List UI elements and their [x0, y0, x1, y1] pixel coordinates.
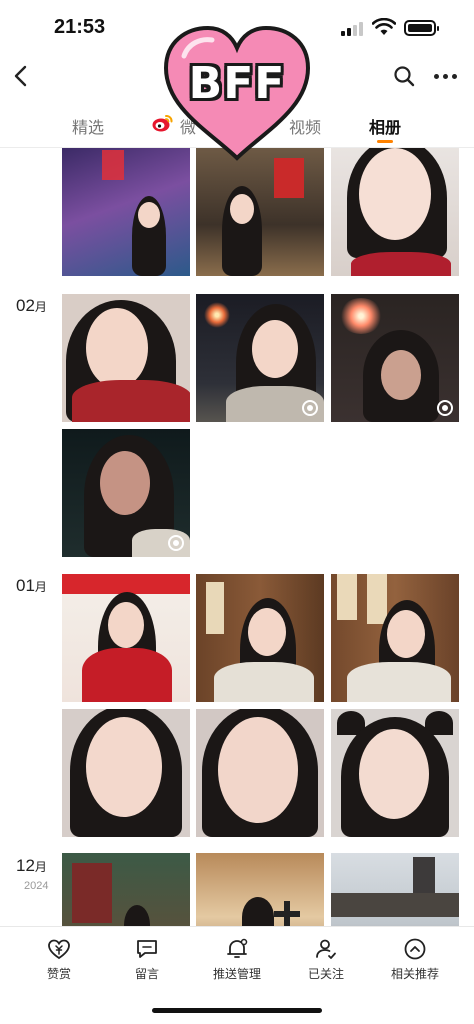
- home-indicator[interactable]: [152, 1008, 322, 1013]
- comment-icon: [137, 940, 157, 958]
- year-label: 2024: [24, 880, 49, 892]
- sticker-text: BFF: [188, 58, 286, 109]
- album-photo[interactable]: [196, 294, 324, 422]
- album-photo[interactable]: [62, 294, 190, 422]
- wifi-icon: [372, 18, 396, 35]
- album-photo[interactable]: [62, 853, 190, 926]
- album-photo[interactable]: [196, 709, 324, 837]
- album-photo[interactable]: [62, 148, 190, 276]
- signal-icon: [341, 22, 365, 36]
- tab-featured[interactable]: 精选: [72, 114, 104, 138]
- tab-active-indicator: [377, 140, 393, 143]
- album-photo[interactable]: [62, 574, 190, 702]
- battery-icon: [404, 20, 439, 36]
- album-photo[interactable]: [196, 148, 324, 276]
- album-photo[interactable]: [62, 709, 190, 837]
- live-photo-icon: [302, 400, 318, 416]
- search-icon[interactable]: [393, 65, 415, 87]
- reward-icon: [48, 939, 70, 960]
- album-photo[interactable]: [62, 429, 190, 557]
- followed-user-icon: [316, 939, 336, 959]
- chevron-up-circle-icon: [404, 938, 426, 960]
- status-time: 21:53: [54, 16, 106, 38]
- related-recommendations-button[interactable]: 相关推荐: [375, 937, 455, 982]
- live-photo-icon: [437, 400, 453, 416]
- bell-settings-icon: [227, 938, 248, 958]
- album-photo[interactable]: [331, 148, 459, 276]
- back-icon[interactable]: [10, 64, 34, 88]
- following-button[interactable]: 已关注: [286, 937, 366, 982]
- album-photo[interactable]: [331, 709, 459, 837]
- month-label: 12月: [16, 856, 47, 875]
- album-photo[interactable]: [331, 574, 459, 702]
- album-gallery[interactable]: 02月 01月 12月 2024: [0, 148, 474, 926]
- reward-button[interactable]: 赞赏: [19, 937, 99, 982]
- album-photo[interactable]: [331, 853, 459, 926]
- tab-album[interactable]: 相册: [369, 114, 401, 138]
- month-label: 02月: [16, 296, 47, 315]
- push-settings-button[interactable]: 推送管理: [197, 937, 277, 982]
- month-label: 01月: [16, 576, 47, 595]
- live-photo-icon: [168, 535, 184, 551]
- album-photo[interactable]: [196, 853, 324, 926]
- album-photo[interactable]: [196, 574, 324, 702]
- bff-heart-sticker: BFF: [158, 22, 316, 162]
- more-icon[interactable]: [434, 74, 458, 80]
- comment-button[interactable]: 留言: [107, 937, 187, 982]
- album-photo[interactable]: [331, 294, 459, 422]
